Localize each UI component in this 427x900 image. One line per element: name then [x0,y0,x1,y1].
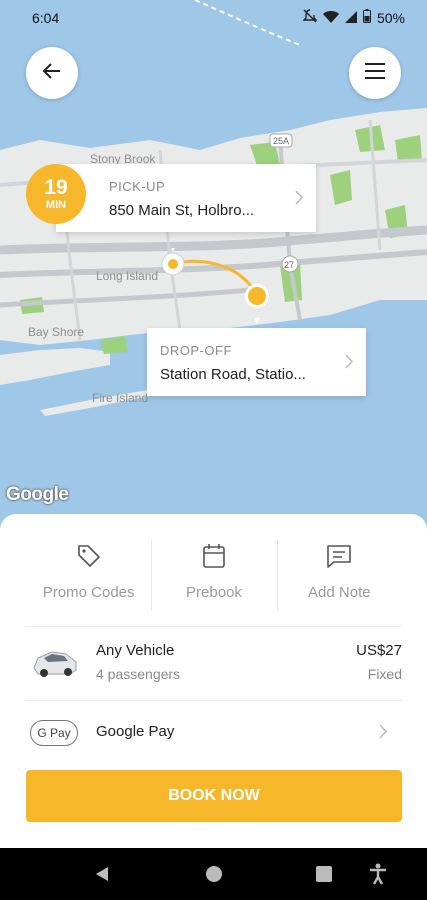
nav-home-icon[interactable] [206,866,222,887]
chevron-right-icon [379,724,388,744]
car-icon [30,644,80,685]
wifi-icon [322,10,339,26]
pickup-address: 850 Main St, Holbro... [109,202,255,219]
add-note-label: Add Note [308,584,371,601]
eta-badge: 19 MIN [26,164,86,224]
signal-icon [344,10,357,26]
vehicle-name: Any Vehicle [96,642,175,659]
battery-icon [362,9,371,26]
map-label-bay-shore: Bay Shore [28,325,84,339]
google-pay-badge: G Pay [30,720,78,746]
divider [26,626,402,627]
accessibility-icon[interactable] [369,863,387,890]
route-shield-27: 27 [284,260,294,270]
nav-back-icon[interactable] [95,866,109,887]
price-type: Fixed [367,666,402,682]
payment-name: Google Pay [96,723,175,740]
dropoff-address: Station Road, Statio... [160,366,306,383]
tag-icon [76,543,102,574]
note-icon [325,543,353,574]
chevron-right-icon [295,190,304,210]
eta-value: 19 [44,176,68,199]
pickup-label: PICK-UP [109,179,166,194]
route-shield-25a: 25A [273,136,289,146]
map-label-fire-island: Fire Island [92,391,148,405]
vehicle-row[interactable]: Any Vehicle 4 passengers US$27 Fixed [26,642,402,686]
google-attribution: Google [6,484,69,505]
status-bar: 6:04 50% [0,0,427,36]
vehicle-passengers: 4 passengers [96,666,181,682]
divider [26,700,402,701]
add-note-button[interactable]: Add Note [276,538,402,612]
prebook-button[interactable]: Prebook [151,538,276,612]
book-now-button[interactable]: BOOK NOW [26,770,402,822]
battery-percent: 50% [376,9,405,26]
dropoff-label: DROP-OFF [160,343,232,358]
nav-recents-icon[interactable] [316,866,332,887]
hamburger-menu-icon [364,62,386,85]
pickup-card[interactable]: PICK-UP 850 Main St, Holbro... [56,164,316,232]
payment-row[interactable]: G Pay Google Pay [26,720,402,748]
arrow-left-icon [41,60,63,87]
system-nav-bar [0,848,427,900]
vehicle-price: US$27 [356,642,402,659]
promo-codes-label: Promo Codes [42,584,135,601]
eta-unit: MIN [45,199,67,211]
map-label-long-island: Long Island [96,269,158,283]
dropoff-card[interactable]: DROP-OFF Station Road, Statio... [147,328,366,396]
status-time: 6:04 [32,10,60,26]
menu-button[interactable] [349,47,401,99]
status-icons: 50% [302,9,405,26]
calendar-icon [202,543,226,574]
prebook-label: Prebook [186,584,242,601]
booking-sheet: Promo Codes Prebook Add Note Any Vehicle… [0,514,427,848]
dnd-off-icon [302,9,318,26]
back-button[interactable] [26,47,78,99]
chevron-right-icon [345,354,354,374]
promo-codes-button[interactable]: Promo Codes [26,538,151,612]
action-row: Promo Codes Prebook Add Note [26,538,402,612]
